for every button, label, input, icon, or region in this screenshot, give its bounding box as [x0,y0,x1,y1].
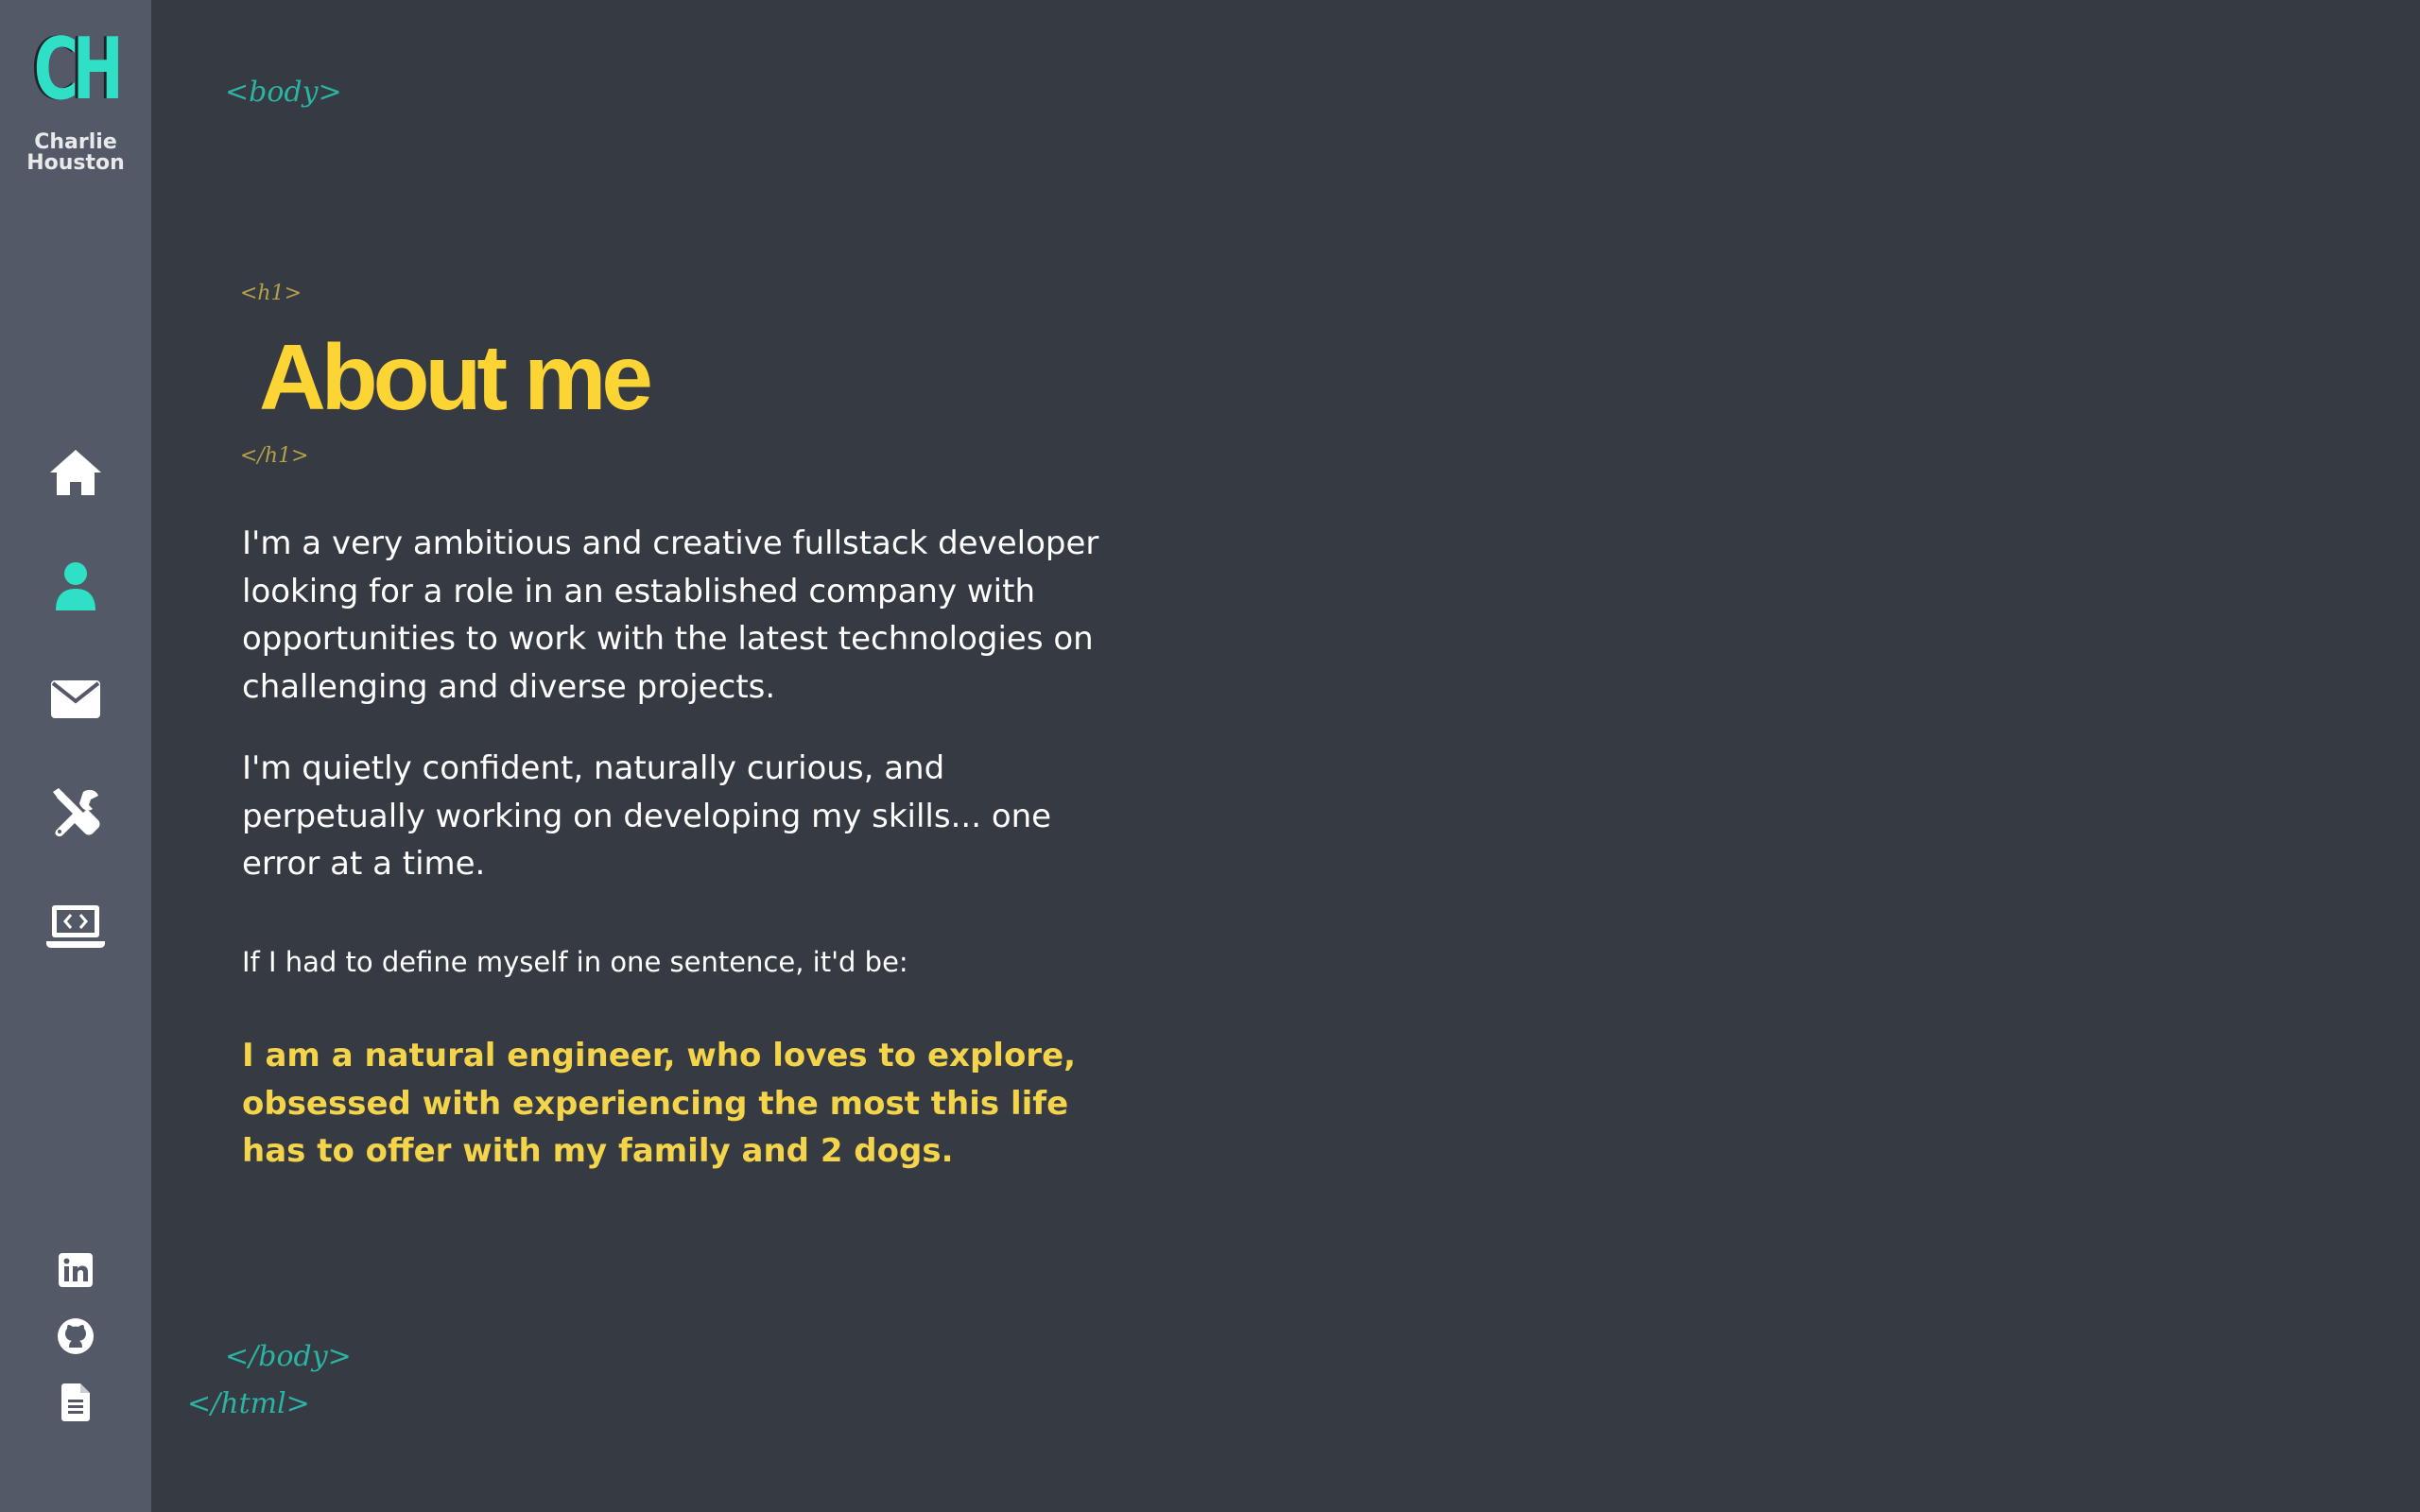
social-github[interactable] [53,1314,98,1359]
laptop-code-icon [46,905,105,948]
social-linkedin[interactable] [53,1247,98,1293]
definition-quote: I am a natural engineer, who loves to ex… [242,1037,1077,1170]
personality-paragraph: I'm quietly confident, naturally curious… [242,749,1052,883]
logo-name-last: Houston [26,151,125,175]
intro-paragraph: I'm a very ambitious and creative fullst… [242,524,1099,706]
tag-h1-close: </h1> [240,444,309,468]
definition-lead-in: If I had to define myself in one sentenc… [242,946,908,978]
home-icon [50,450,101,495]
file-text-icon [61,1383,90,1421]
tools-icon [53,788,100,837]
nav-skills[interactable] [38,775,113,850]
tag-h1-open: <h1> [240,282,302,305]
user-icon [56,562,95,610]
github-icon [58,1318,94,1354]
sidebar: CH Charlie Houston [0,0,151,1512]
nav-home[interactable] [38,435,113,510]
page-title: About me [259,325,653,429]
nav-about[interactable] [38,548,113,624]
social-resume[interactable] [53,1380,98,1425]
logo-mark: CH [33,20,124,119]
tag-body-open: <body> [225,76,342,109]
envelope-icon [51,680,100,718]
linkedin-icon [59,1253,93,1287]
tag-html-close: </html> [187,1387,310,1420]
nav-contact[interactable] [38,662,113,737]
nav-projects[interactable] [38,888,113,964]
logo-name-first: Charlie [34,130,117,154]
logo-link[interactable]: CH Charlie Houston [0,25,151,174]
tag-body-close: </body> [225,1340,352,1373]
